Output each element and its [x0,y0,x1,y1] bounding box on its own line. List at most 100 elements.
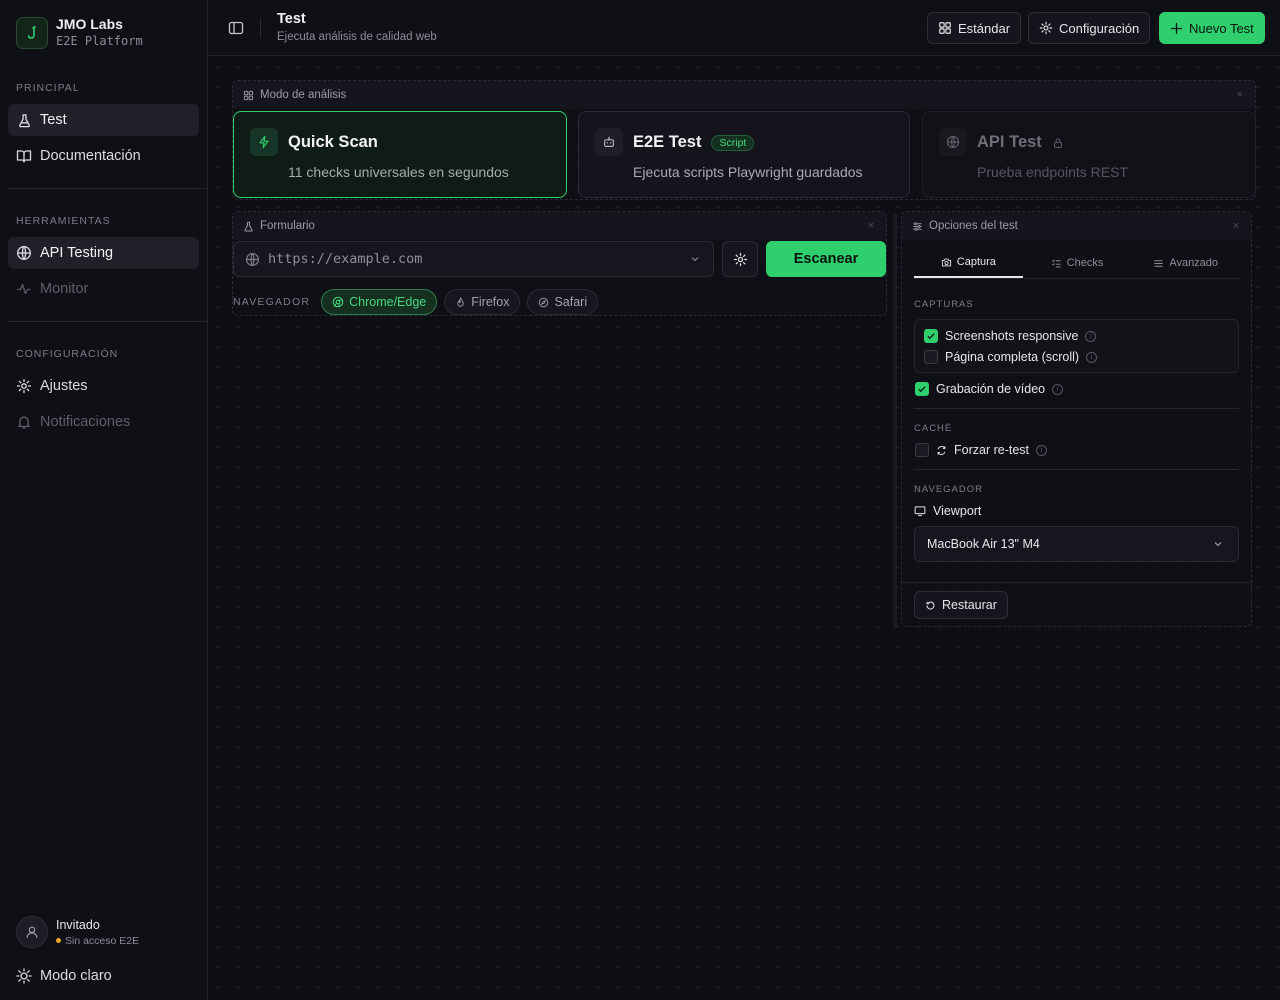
bell-icon [16,414,32,430]
force-retest-checkbox[interactable] [915,443,929,457]
options-panel-header[interactable]: Opciones del test × [902,212,1251,240]
chevron-down-icon[interactable] [689,253,701,265]
user-status: Sin acceso E2E [56,935,139,947]
sidebar-item-label: API Testing [40,245,114,261]
main-canvas: Modo de análisis × Quick Scan 11 checks … [208,57,1280,1000]
mode-description: 11 checks universales en segundos [288,164,509,180]
new-test-button[interactable]: Nuevo Test [1159,12,1265,44]
page-subtitle: Ejecuta análisis de calidad web [277,31,437,43]
scan-button[interactable]: Escanear [766,241,886,277]
sidebar-item-label: Ajustes [40,378,88,394]
tab-checks[interactable]: Checks [1023,248,1132,278]
user-status-text: Sin acceso E2E [65,934,140,947]
tab-captura[interactable]: Captura [914,248,1023,278]
browser-chip-firefox[interactable]: Firefox [444,289,521,315]
options-panel: Opciones del test × Captura Checks Avanz… [901,211,1252,627]
sidebar-item-documentacion[interactable]: Documentación [8,140,199,172]
captures-group [914,319,1239,373]
compass-icon [539,297,549,307]
browser-chip-chrome[interactable]: Chrome/Edge [321,289,438,315]
list-check-icon [1051,259,1061,267]
mode-card-api-test[interactable]: API Test Prueba endpoints REST [922,111,1256,198]
close-icon[interactable]: × [868,220,874,232]
sliders-icon [913,221,922,231]
book-icon [16,148,32,164]
screenshots-responsive-option[interactable]: Screenshots responsive i [924,329,1097,343]
force-retest-option[interactable]: Forzar re-test i [915,443,1048,457]
browser-chip-safari[interactable]: Safari [527,289,599,315]
mode-title: Quick Scan [288,133,378,151]
url-settings-button[interactable] [722,241,758,277]
info-icon[interactable]: i [1036,444,1048,456]
mode-card-quick-scan[interactable]: Quick Scan 11 checks universales en segu… [233,111,567,198]
screenshots-responsive-checkbox[interactable] [924,329,938,343]
info-icon[interactable]: i [1052,383,1064,395]
viewport-value: MacBook Air 13" M4 [927,537,1040,551]
gear-icon [733,252,747,266]
section-label-cache: CACHÉ [914,423,953,434]
chevron-down-icon [1212,538,1224,550]
grid-icon [939,22,951,34]
divider [914,278,1240,279]
gear-icon [1039,21,1053,35]
browser-label: NAVEGADOR [233,296,311,308]
close-icon[interactable]: × [1233,220,1239,232]
sidebar-item-label: Test [40,112,67,128]
full-page-checkbox[interactable] [924,350,938,364]
viewport-label: Viewport [914,504,981,518]
panel-title: Modo de análisis [260,89,347,101]
sidebar-toggle-button[interactable] [226,18,246,38]
flask-icon [244,221,253,231]
camera-icon [941,258,951,266]
tab-avanzado[interactable]: Avanzado [1131,248,1240,278]
info-icon[interactable]: i [1085,330,1097,342]
brand[interactable]: JMO Labs E2E Platform [16,16,143,49]
sidebar-item-ajustes[interactable]: Ajustes [8,370,199,402]
url-input[interactable]: https://example.com [233,241,714,277]
brand-subtitle: E2E Platform [56,34,143,48]
lock-icon [1053,137,1062,148]
video-recording-checkbox[interactable] [915,382,929,396]
form-panel: Formulario × https://example.com Escanea… [232,211,887,316]
divider [8,188,207,189]
section-label-capturas: CAPTURAS [914,299,974,310]
check-icon [918,386,926,393]
panel-title: Opciones del test [929,220,1018,232]
restore-button[interactable]: Restaurar [914,591,1008,619]
mode-card-e2e-test[interactable]: E2E Test Script Ejecuta scripts Playwrig… [578,111,910,198]
mode-panel-header[interactable]: Modo de análisis × [233,81,1255,109]
sliders-icon [1154,259,1163,267]
theme-toggle-button[interactable]: Modo claro [8,960,199,992]
user-icon [26,926,38,938]
url-placeholder: https://example.com [268,251,423,267]
user-card[interactable]: Invitado Sin acceso E2E [16,916,139,948]
script-badge: Script [711,134,755,151]
section-label-navegador: NAVEGADOR [914,484,984,495]
browser-selector: NAVEGADOR Chrome/Edge Firefox Safari [233,289,599,315]
full-page-option[interactable]: Página completa (scroll) i [924,350,1098,364]
flask-icon [16,112,32,128]
configuration-button[interactable]: Configuración [1028,12,1151,44]
standard-layout-button[interactable]: Estándar [927,12,1022,44]
plus-icon [1170,22,1183,34]
monitor-icon [914,506,926,516]
info-icon[interactable]: i [1086,351,1098,363]
sidebar-item-monitor[interactable]: Monitor [8,273,199,305]
viewport-select[interactable]: MacBook Air 13" M4 [914,526,1239,562]
divider [902,582,1252,583]
sidebar-item-api-testing[interactable]: API Testing [8,237,199,269]
panel-left-icon [228,21,244,35]
close-icon[interactable]: × [1237,89,1243,101]
sun-icon [16,968,32,984]
form-panel-header[interactable]: Formulario × [233,212,886,240]
panel-resize-handle[interactable] [893,213,897,628]
mode-title: API Test [977,133,1064,152]
sidebar-item-notificaciones[interactable]: Notificaciones [8,406,199,438]
check-icon [927,333,935,340]
user-name: Invitado [56,917,100,932]
video-recording-option[interactable]: Grabación de vídeo i [915,382,1064,396]
sidebar-item-test[interactable]: Test [8,104,199,136]
section-label-herramientas: HERRAMIENTAS [16,215,111,227]
logo-icon [16,16,48,49]
gear-icon [16,378,32,394]
